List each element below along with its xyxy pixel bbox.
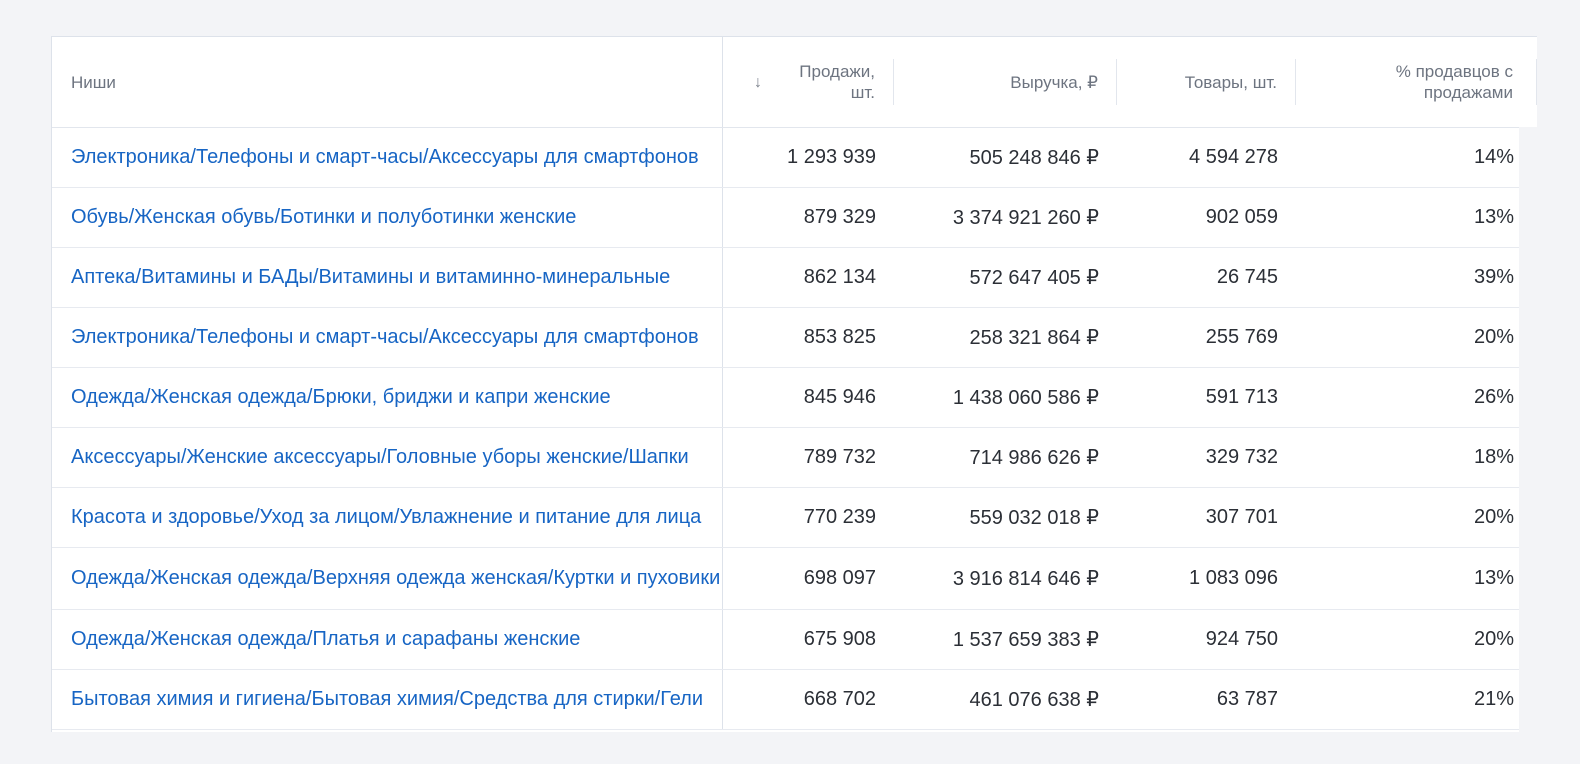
sellers-pct-cell: 13% <box>1296 187 1537 248</box>
sellers-pct-cell: 13% <box>1296 547 1537 610</box>
goods-cell: 307 701 <box>1117 487 1296 548</box>
niche-cell: Электроника/Телефоны и смарт-часы/Аксесс… <box>52 307 723 368</box>
table-row[interactable]: Красота и здоровье/Уход за лицом/Увлажне… <box>52 487 1537 548</box>
sales-cell: 879 329 <box>722 187 894 248</box>
sales-cell: 698 097 <box>722 547 894 610</box>
niche-cell: Одежда/Женская одежда/Верхняя одежда жен… <box>52 547 723 610</box>
revenue-cell: 505 248 846 ₽ <box>894 127 1117 188</box>
niches-table-panel: Ниши ↓ Продажи, шт. Выручка, ₽ Товары, ш… <box>51 36 1537 732</box>
sales-cell: 862 134 <box>722 247 894 308</box>
column-header-revenue[interactable]: Выручка, ₽ <box>894 37 1117 128</box>
column-header-niche[interactable]: Ниши <box>52 37 723 128</box>
niche-link[interactable]: Электроника/Телефоны и смарт-часы/Аксесс… <box>71 146 699 168</box>
sales-cell: 853 825 <box>722 307 894 368</box>
sellers-pct-cell: 26% <box>1296 367 1537 428</box>
revenue-cell: 3 374 921 260 ₽ <box>894 187 1117 248</box>
revenue-cell: 572 647 405 ₽ <box>894 247 1117 308</box>
column-header-revenue-label: Выручка, ₽ <box>1010 72 1098 92</box>
niche-cell: Одежда/Женская одежда/Брюки, бриджи и ка… <box>52 367 723 428</box>
revenue-cell: 714 986 626 ₽ <box>894 427 1117 488</box>
table-row[interactable]: Обувь/Женская обувь/Ботинки и полуботинк… <box>52 187 1537 248</box>
sellers-pct-cell: 14% <box>1296 127 1537 188</box>
sellers-pct-cell: 20% <box>1296 609 1537 670</box>
goods-cell: 591 713 <box>1117 367 1296 428</box>
niche-cell: Одежда/Женская одежда/Платья и сарафаны … <box>52 609 723 670</box>
revenue-cell: 3 916 814 646 ₽ <box>894 547 1117 610</box>
table-row[interactable]: Одежда/Женская одежда/Верхняя одежда жен… <box>52 547 1537 610</box>
goods-cell: 329 732 <box>1117 427 1296 488</box>
niche-cell: Электроника/Телефоны и смарт-часы/Аксесс… <box>52 127 723 188</box>
table-row[interactable]: Электроника/Телефоны и смарт-часы/Аксесс… <box>52 127 1537 188</box>
goods-cell: 902 059 <box>1117 187 1296 248</box>
table-row[interactable]: Одежда/Женская одежда/Платья и сарафаны … <box>52 609 1537 670</box>
goods-cell: 924 750 <box>1117 609 1296 670</box>
niche-link[interactable]: Одежда/Женская одежда/Верхняя одежда жен… <box>71 567 720 589</box>
table-right-edge <box>1519 127 1537 732</box>
goods-cell: 4 594 278 <box>1117 127 1296 188</box>
niche-link[interactable]: Обувь/Женская обувь/Ботинки и полуботинк… <box>71 206 576 228</box>
revenue-cell: 258 321 864 ₽ <box>894 307 1117 368</box>
goods-cell: 63 787 <box>1117 669 1296 730</box>
sales-cell: 668 702 <box>722 669 894 730</box>
niche-cell: Аксессуары/Женские аксессуары/Головные у… <box>52 427 723 488</box>
sellers-pct-cell: 39% <box>1296 247 1537 308</box>
sales-cell: 1 293 939 <box>722 127 894 188</box>
column-header-sellers-pct[interactable]: % продавцов с продажами <box>1296 37 1537 128</box>
column-header-sales-label: Продажи, шт. <box>799 62 875 102</box>
revenue-cell: 461 076 638 ₽ <box>894 669 1117 730</box>
niche-link[interactable]: Одежда/Женская одежда/Платья и сарафаны … <box>71 628 580 650</box>
niche-link[interactable]: Бытовая химия и гигиена/Бытовая химия/Ср… <box>71 688 703 710</box>
table-header-row: Ниши ↓ Продажи, шт. Выручка, ₽ Товары, ш… <box>52 37 1537 128</box>
column-header-sellers-pct-label: % продавцов с продажами <box>1395 62 1513 102</box>
niche-cell: Бытовая химия и гигиена/Бытовая химия/Ср… <box>52 669 723 730</box>
niche-link[interactable]: Электроника/Телефоны и смарт-часы/Аксесс… <box>71 326 699 348</box>
table-row[interactable]: Аптека/Витамины и БАДы/Витамины и витами… <box>52 247 1537 308</box>
sellers-pct-cell: 18% <box>1296 427 1537 488</box>
sellers-pct-cell: 20% <box>1296 307 1537 368</box>
sellers-pct-cell: 21% <box>1296 669 1537 730</box>
column-header-sales[interactable]: ↓ Продажи, шт. <box>722 37 894 128</box>
niche-link[interactable]: Аксессуары/Женские аксессуары/Головные у… <box>71 446 689 468</box>
niche-link[interactable]: Аптека/Витамины и БАДы/Витамины и витами… <box>71 266 670 288</box>
niche-link[interactable]: Одежда/Женская одежда/Брюки, бриджи и ка… <box>71 386 611 408</box>
table-row[interactable]: Одежда/Женская одежда/Брюки, бриджи и ка… <box>52 367 1537 428</box>
sales-cell: 675 908 <box>722 609 894 670</box>
sales-cell: 770 239 <box>722 487 894 548</box>
column-header-goods-label: Товары, шт. <box>1184 72 1277 92</box>
table-row[interactable]: Электроника/Телефоны и смарт-часы/Аксесс… <box>52 307 1537 368</box>
table-row[interactable]: Бытовая химия и гигиена/Бытовая химия/Ср… <box>52 669 1537 730</box>
goods-cell: 255 769 <box>1117 307 1296 368</box>
sales-cell: 789 732 <box>722 427 894 488</box>
niches-table: Ниши ↓ Продажи, шт. Выручка, ₽ Товары, ш… <box>52 37 1537 730</box>
goods-cell: 1 083 096 <box>1117 547 1296 610</box>
revenue-cell: 559 032 018 ₽ <box>894 487 1117 548</box>
revenue-cell: 1 438 060 586 ₽ <box>894 367 1117 428</box>
niche-link[interactable]: Красота и здоровье/Уход за лицом/Увлажне… <box>71 506 701 528</box>
goods-cell: 26 745 <box>1117 247 1296 308</box>
revenue-cell: 1 537 659 383 ₽ <box>894 609 1117 670</box>
arrow-down-icon[interactable]: ↓ <box>754 72 762 93</box>
sellers-pct-cell: 20% <box>1296 487 1537 548</box>
column-header-niche-label: Ниши <box>71 72 116 92</box>
niche-cell: Обувь/Женская обувь/Ботинки и полуботинк… <box>52 187 723 248</box>
niche-cell: Аптека/Витамины и БАДы/Витамины и витами… <box>52 247 723 308</box>
column-header-goods[interactable]: Товары, шт. <box>1117 37 1296 128</box>
sales-cell: 845 946 <box>722 367 894 428</box>
table-row[interactable]: Аксессуары/Женские аксессуары/Головные у… <box>52 427 1537 488</box>
niche-cell: Красота и здоровье/Уход за лицом/Увлажне… <box>52 487 723 548</box>
